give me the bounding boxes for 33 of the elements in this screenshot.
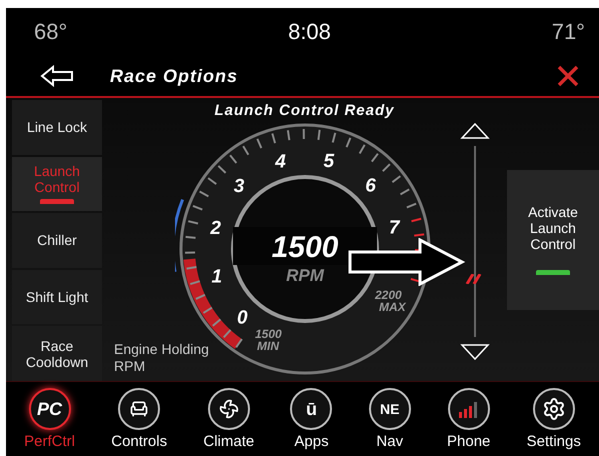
min-label: MIN	[256, 339, 278, 353]
min-value: 1500	[254, 327, 282, 341]
max-label: MAX	[378, 300, 406, 314]
scale-label: 4	[274, 151, 286, 172]
scale-label: 0	[236, 307, 248, 328]
sidebar-item[interactable]: Chiller	[12, 213, 102, 268]
scale-label: 1	[211, 266, 222, 288]
sidebar-item[interactable]: Line Lock	[12, 100, 102, 155]
signal-bars-icon	[458, 400, 480, 418]
rpm-value: 1500	[271, 231, 338, 264]
rpm-unit: RPM	[286, 266, 324, 285]
gauge-caption: Engine Holding RPM	[114, 341, 210, 375]
clock: 8:08	[288, 19, 331, 45]
scale-label: 7	[388, 217, 399, 238]
settings-icon	[542, 397, 566, 421]
sidebar-item[interactable]: Race Cooldown	[12, 326, 102, 381]
max-value: 2200	[374, 288, 402, 302]
driver-temperature[interactable]: 68°	[34, 19, 68, 45]
close-icon[interactable]	[557, 65, 579, 87]
scale-label: 2	[210, 218, 220, 240]
fan-icon	[218, 399, 239, 419]
back-arrow-icon[interactable]	[40, 65, 74, 87]
scale-label: 6	[364, 175, 376, 196]
activate-launch-control-button[interactable]: Activate Launch Control	[507, 170, 599, 310]
up-triangle-icon[interactable]	[460, 122, 490, 140]
page-title: Race Options	[110, 66, 240, 86]
status-heading: Launch Control Ready	[214, 102, 394, 119]
scale-label: 5	[323, 151, 334, 172]
sidebar-item[interactable]: Shift Light	[12, 270, 102, 324]
passenger-temperature[interactable]: 71°	[552, 19, 585, 45]
scale-label: 3	[233, 176, 244, 197]
seat-icon	[129, 399, 150, 419]
down-triangle-icon[interactable]	[460, 343, 490, 361]
